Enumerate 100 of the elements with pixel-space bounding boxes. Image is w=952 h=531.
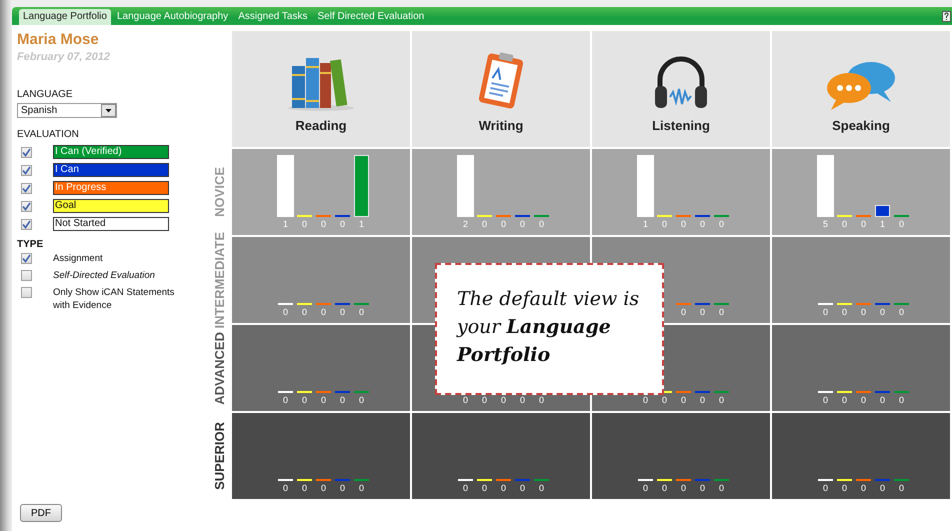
count-bar (354, 155, 369, 217)
count-bar (457, 155, 474, 217)
count-label: 1 (880, 219, 885, 230)
count-label: 0 (680, 219, 686, 230)
count-label: 0 (642, 395, 648, 406)
count-bar (277, 155, 294, 217)
count-label: 0 (358, 307, 364, 318)
count-label: 0 (822, 395, 828, 406)
language-dropdown[interactable]: Spanish (17, 103, 117, 118)
status-legend-swatch: I Can (53, 163, 169, 177)
count-label: 0 (680, 395, 686, 406)
checkbox[interactable] (21, 200, 32, 212)
count-label: 0 (482, 395, 487, 406)
level-label: ADVANCED (212, 332, 226, 404)
pdf-button[interactable]: PDF (20, 504, 62, 522)
count-label: 0 (462, 483, 468, 494)
language-label: LANGUAGE (17, 89, 74, 100)
count-label: 0 (842, 219, 847, 230)
count-label: 0 (842, 395, 847, 406)
user-name: Maria Mose (17, 31, 100, 48)
count-label: 0 (358, 483, 364, 494)
count-label: 0 (700, 307, 705, 318)
evaluation-heading: EVALUATION (17, 129, 80, 140)
count-label: 0 (842, 483, 847, 494)
count-bar (875, 205, 890, 217)
count-label: 0 (860, 307, 866, 318)
count-label: 0 (282, 395, 288, 406)
count-label: 1 (282, 219, 288, 230)
count-label: 0 (718, 483, 724, 494)
count-label: 0 (880, 307, 885, 318)
count-bar (637, 155, 654, 217)
skill-label: Writing (478, 118, 524, 133)
count-label: 0 (680, 307, 686, 318)
checkbox[interactable] (21, 182, 32, 194)
checkbox[interactable] (21, 218, 32, 230)
date: February 07, 2012 (17, 51, 111, 63)
count-label: 0 (662, 395, 667, 406)
skill-label: Listening (652, 118, 710, 133)
count-label: 0 (320, 395, 326, 406)
status-legend-swatch: In Progress (53, 181, 169, 195)
count-label: 1 (358, 219, 364, 230)
count-label: 0 (340, 395, 345, 406)
count-label: 0 (482, 219, 487, 230)
count-label: 1 (642, 219, 648, 230)
count-bar (817, 155, 834, 217)
count-label: 0 (320, 219, 326, 230)
count-label: 0 (282, 483, 288, 494)
count-label: 0 (860, 395, 866, 406)
type-heading: TYPE (17, 239, 44, 250)
level-label: NOVICE (212, 167, 226, 217)
count-label: 0 (680, 483, 686, 494)
checkbox[interactable] (21, 287, 32, 298)
count-label: 0 (822, 483, 828, 494)
count-label: 0 (340, 483, 345, 494)
status-legend-swatch: I Can (Verified) (53, 145, 169, 159)
count-label: 0 (898, 307, 904, 318)
count-label: 0 (520, 219, 525, 230)
checkbox-label: Assignment (53, 252, 104, 265)
count-label: 0 (898, 483, 904, 494)
count-label: 0 (302, 395, 307, 406)
count-label: 0 (500, 219, 506, 230)
checkbox-label: Only Show iCAN Statements with Evidence (53, 286, 176, 312)
count-label: 0 (320, 307, 326, 318)
checkbox[interactable] (21, 270, 32, 281)
count-label: 0 (700, 395, 705, 406)
speech-bubbles-icon (825, 60, 897, 112)
count-label: 0 (860, 219, 866, 230)
count-label: 0 (538, 395, 544, 406)
skill-label: Reading (295, 118, 347, 133)
status-legend-swatch: Goal (53, 199, 169, 213)
level-label: INTERMEDIATE (212, 232, 226, 328)
count-label: 0 (718, 307, 724, 318)
count-label: 0 (880, 395, 885, 406)
count-label: 0 (302, 307, 307, 318)
checkbox[interactable] (21, 253, 32, 264)
count-label: 5 (822, 219, 828, 230)
count-label: 0 (538, 219, 544, 230)
count-label: 0 (718, 395, 724, 406)
count-label: 0 (642, 483, 648, 494)
callout-text: The default view is your Language Portfolio (457, 287, 640, 368)
count-label: 0 (822, 307, 828, 318)
count-label: 0 (880, 483, 885, 494)
count-label: 0 (662, 483, 667, 494)
count-label: 0 (520, 483, 525, 494)
count-label: 0 (700, 219, 705, 230)
count-label: 0 (340, 307, 345, 318)
tab[interactable]: Language Portfolio (19, 9, 111, 25)
count-label: 0 (302, 219, 307, 230)
count-label: 2 (462, 219, 468, 230)
checkbox[interactable] (21, 164, 32, 176)
count-label: 0 (898, 219, 904, 230)
count-label: 0 (500, 483, 506, 494)
count-label: 0 (358, 395, 364, 406)
checkbox-label: Self-Directed Evaluation (53, 269, 156, 282)
count-label: 0 (898, 395, 904, 406)
checkbox[interactable] (21, 146, 32, 158)
count-label: 0 (842, 307, 847, 318)
count-label: 0 (538, 483, 544, 494)
help-icon[interactable] (942, 10, 951, 22)
count-label: 0 (718, 219, 724, 230)
